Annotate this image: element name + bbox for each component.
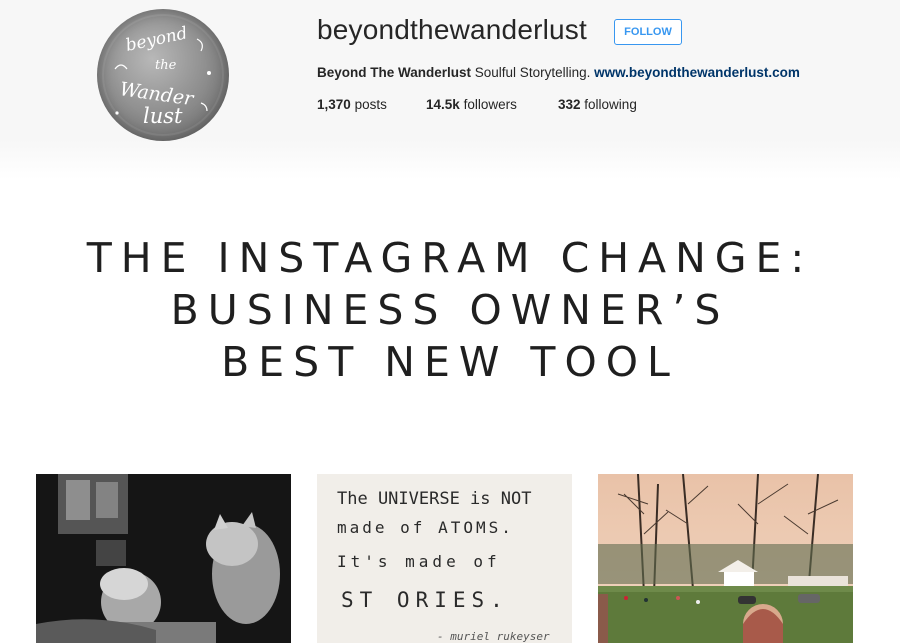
quote-line: ST ORIES. [341,588,509,612]
stat-following[interactable]: 332 following [558,97,637,112]
title-line: BUSINESS OWNER’S [170,286,730,334]
quote-line: The UNIVERSE is NOT [337,489,531,509]
avatar-word: the [155,58,177,73]
profile-full-name: Beyond The Wanderlust [317,65,472,80]
avatar-word: beyond [124,23,190,56]
avatar-word: lust [143,104,183,128]
profile-website-link[interactable]: www.beyondthewanderlust.com [594,65,800,80]
stat-followers-count: 14.5k [426,97,460,112]
stat-followers[interactable]: 14.5k followers [426,97,517,112]
stat-posts: 1,370 posts [317,97,387,112]
photo-park-sunset[interactable] [598,474,853,643]
title-line: THE INSTAGRAM CHANGE: [86,234,814,282]
quote-line: It's made of [337,552,501,571]
stat-followers-label: followers [463,97,517,112]
avatar-lettering: beyond the Wander lust [102,14,224,136]
page-title: THE INSTAGRAM CHANGE: BUSINESS OWNER’S B… [0,232,900,388]
follow-button[interactable]: FOLLOW [614,19,682,45]
stat-posts-count: 1,370 [317,97,351,112]
title-line: BEST NEW TOOL [221,338,679,386]
stat-following-label: following [584,97,637,112]
quote-attribution: - muriel rukeyser [437,630,550,643]
photo-handwritten-quote[interactable]: The UNIVERSE is NOT made of ATOMS. It's … [317,474,572,643]
avatar[interactable]: beyond the Wander lust [97,9,229,141]
profile-bio: Beyond The Wanderlust Soulful Storytelli… [317,65,800,80]
profile-tagline: Soulful Storytelling. [474,65,591,80]
stat-following-count: 332 [558,97,581,112]
stat-posts-label: posts [354,97,387,112]
quote-line: made of ATOMS. [337,518,514,537]
photo-child-and-cat[interactable] [36,474,291,643]
header-fade [0,140,900,180]
profile-username[interactable]: beyondthewanderlust [317,14,587,46]
